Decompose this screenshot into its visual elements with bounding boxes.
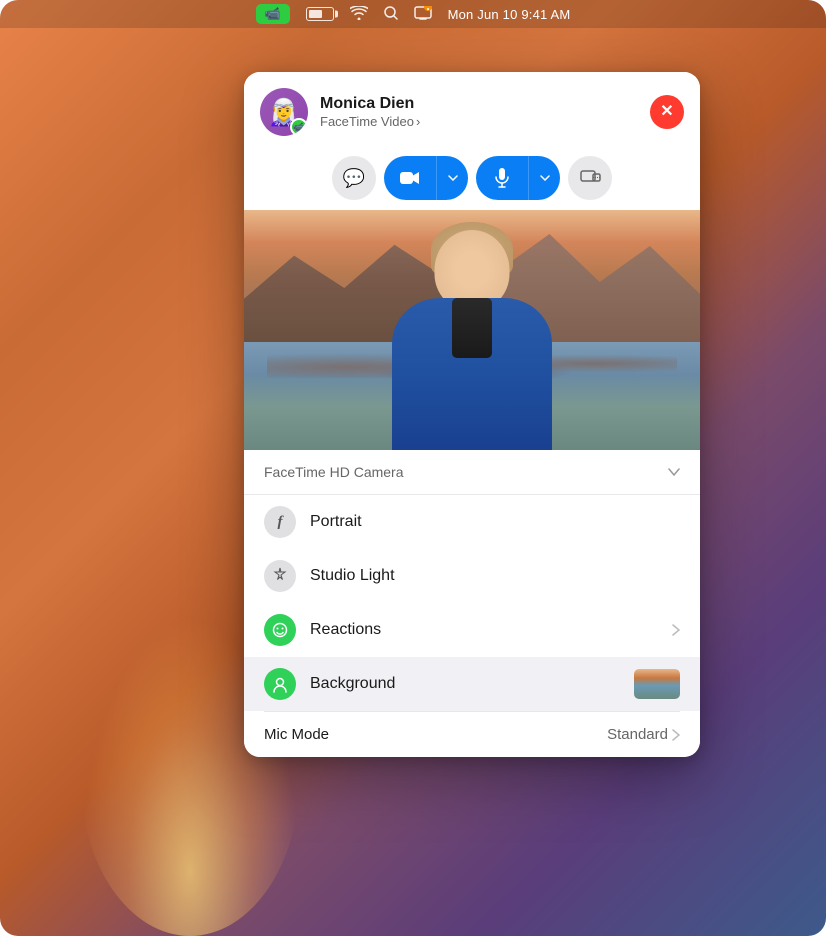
svg-text:●: ● <box>426 6 429 12</box>
mic-mode-label: Mic Mode <box>264 726 607 743</box>
portrait-label: Portrait <box>310 513 680 531</box>
reactions-menu-item[interactable]: Reactions <box>244 603 700 657</box>
avatar: 🧝‍♀️ 📹 <box>260 88 308 136</box>
mic-mode-chevron <box>672 729 680 741</box>
avatar-badge: 📹 <box>290 118 308 136</box>
reactions-chevron <box>672 624 680 636</box>
menubar: 📹 <box>0 0 826 28</box>
portrait-menu-item[interactable]: f Portrait <box>244 495 700 549</box>
wifi-icon <box>350 6 368 23</box>
contact-name: Monica Dien <box>320 95 650 113</box>
studio-light-menu-item[interactable]: Studio Light <box>244 549 700 603</box>
battery-icon <box>306 7 334 21</box>
screen-share-icon[interactable]: ● <box>414 6 432 23</box>
menubar-time: Mon Jun 10 9:41 AM <box>448 7 571 22</box>
camera-dropdown: FaceTime HD Camera f Portrait <box>244 450 700 757</box>
studio-light-label: Studio Light <box>310 567 680 585</box>
controls-bar: 💬 <box>244 148 700 210</box>
camera-source-header[interactable]: FaceTime HD Camera <box>244 450 700 495</box>
close-button[interactable]: ✕ <box>650 95 684 129</box>
video-dropdown-button[interactable] <box>436 156 468 200</box>
portrait-icon: f <box>264 506 296 538</box>
subtitle-chevron: › <box>416 114 420 129</box>
camera-source-chevron <box>668 468 680 476</box>
mic-button-group <box>476 156 560 200</box>
mic-mode-row[interactable]: Mic Mode Standard <box>244 712 700 757</box>
mic-dropdown-button[interactable] <box>528 156 560 200</box>
facetime-menu-icon[interactable]: 📹 <box>256 4 290 24</box>
background-icon <box>264 668 296 700</box>
menubar-center: 📹 <box>256 4 571 24</box>
video-person <box>372 230 572 450</box>
background-label: Background <box>310 675 634 693</box>
person-scarf <box>452 298 492 358</box>
background-thumbnail <box>634 669 680 699</box>
spotlight-search-icon[interactable] <box>384 6 398 23</box>
facetime-window: 🧝‍♀️ 📹 Monica Dien FaceTime Video › ✕ <box>244 72 700 757</box>
close-icon: ✕ <box>660 104 673 120</box>
facetime-header: 🧝‍♀️ 📹 Monica Dien FaceTime Video › ✕ <box>244 72 700 148</box>
mic-mode-value: Standard <box>607 726 668 743</box>
studio-light-icon <box>264 560 296 592</box>
reactions-label: Reactions <box>310 621 672 639</box>
background-menu-item[interactable]: Background <box>244 657 700 711</box>
reactions-icon <box>264 614 296 646</box>
video-area <box>244 210 700 450</box>
screen: 📹 <box>0 0 826 936</box>
screen-share-button[interactable] <box>568 156 612 200</box>
camera-source-label: FaceTime HD Camera <box>264 464 404 480</box>
mic-button[interactable] <box>476 156 528 200</box>
message-button[interactable]: 💬 <box>332 156 376 200</box>
video-button-group <box>384 156 468 200</box>
contact-info: Monica Dien FaceTime Video › <box>320 95 650 129</box>
video-button[interactable] <box>384 156 436 200</box>
message-icon: 💬 <box>343 168 365 189</box>
contact-subtitle: FaceTime Video › <box>320 114 650 129</box>
